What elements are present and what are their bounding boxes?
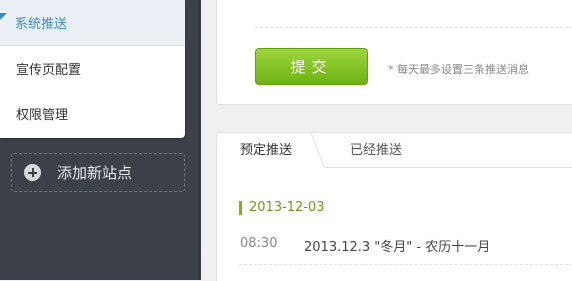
active-indicator-icon <box>0 13 7 20</box>
push-form-panel: 提交 * 每天最多设置三条推送消息 <box>216 0 572 105</box>
add-site-label: 添加新站点 <box>57 164 133 182</box>
add-site-button[interactable]: 添加新站点 <box>11 153 185 192</box>
sidebar: 系统推送 宣传页配置 权限管理 添加新站点 <box>0 0 198 280</box>
plus-circle-icon <box>24 164 41 181</box>
divider <box>239 264 572 265</box>
tab-label: 预定推送 <box>240 143 293 158</box>
submit-button[interactable]: 提交 <box>255 48 368 85</box>
push-limit-hint: * 每天最多设置三条推送消息 <box>388 63 529 76</box>
sidebar-item-system-push[interactable]: 系统推送 <box>0 0 185 46</box>
sidebar-item-label: 宣传页配置 <box>16 63 82 78</box>
sidebar-item-permissions[interactable]: 权限管理 <box>0 93 185 138</box>
sidebar-menu: 系统推送 宣传页配置 权限管理 <box>0 0 185 138</box>
push-list-panel: 预定推送 已经推送 2013-12-03 08:30 2013.12.3 "冬月… <box>216 132 572 281</box>
push-time: 08:30 <box>240 236 278 251</box>
tab-edge <box>309 133 325 168</box>
tab-scheduled-push[interactable]: 预定推送 <box>217 133 322 168</box>
sidebar-item-label: 权限管理 <box>16 108 69 123</box>
date-marker <box>239 201 242 215</box>
sidebar-item-promo-page-config[interactable]: 宣传页配置 <box>0 48 185 94</box>
sidebar-item-label: 系统推送 <box>15 17 68 32</box>
push-date: 2013-12-03 <box>249 200 325 215</box>
divider <box>255 27 572 28</box>
sidebar-divider <box>198 0 201 280</box>
tab-sent-push[interactable]: 已经推送 <box>350 133 402 169</box>
push-title[interactable]: 2013.12.3 "冬月" - 农历十一月 <box>304 236 490 255</box>
